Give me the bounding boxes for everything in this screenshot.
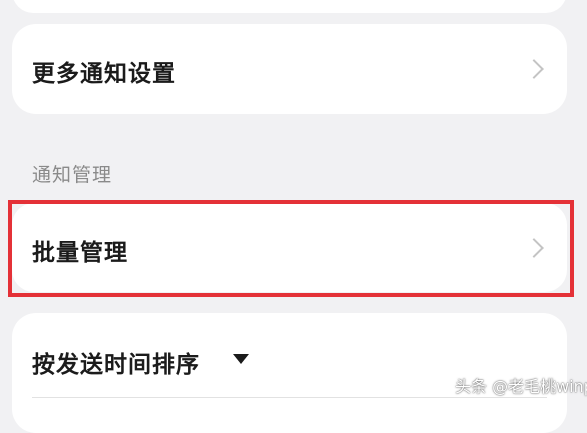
more-notification-settings-label: 更多通知设置 (32, 61, 176, 87)
watermark-text: 头条 @老毛桃winpe (455, 377, 587, 396)
caret-down-icon[interactable] (233, 354, 249, 364)
section-title-notification-management: 通知管理 (32, 164, 113, 186)
divider (32, 397, 547, 398)
previous-card (12, 0, 567, 13)
chevron-right-icon (524, 238, 544, 258)
sort-by-send-time-label: 按发送时间排序 (32, 352, 200, 378)
batch-manage-label: 批量管理 (32, 240, 128, 266)
more-notification-settings-row[interactable]: 更多通知设置 (12, 24, 567, 114)
batch-manage-row[interactable]: 批量管理 (12, 203, 567, 292)
chevron-right-icon (524, 59, 544, 79)
